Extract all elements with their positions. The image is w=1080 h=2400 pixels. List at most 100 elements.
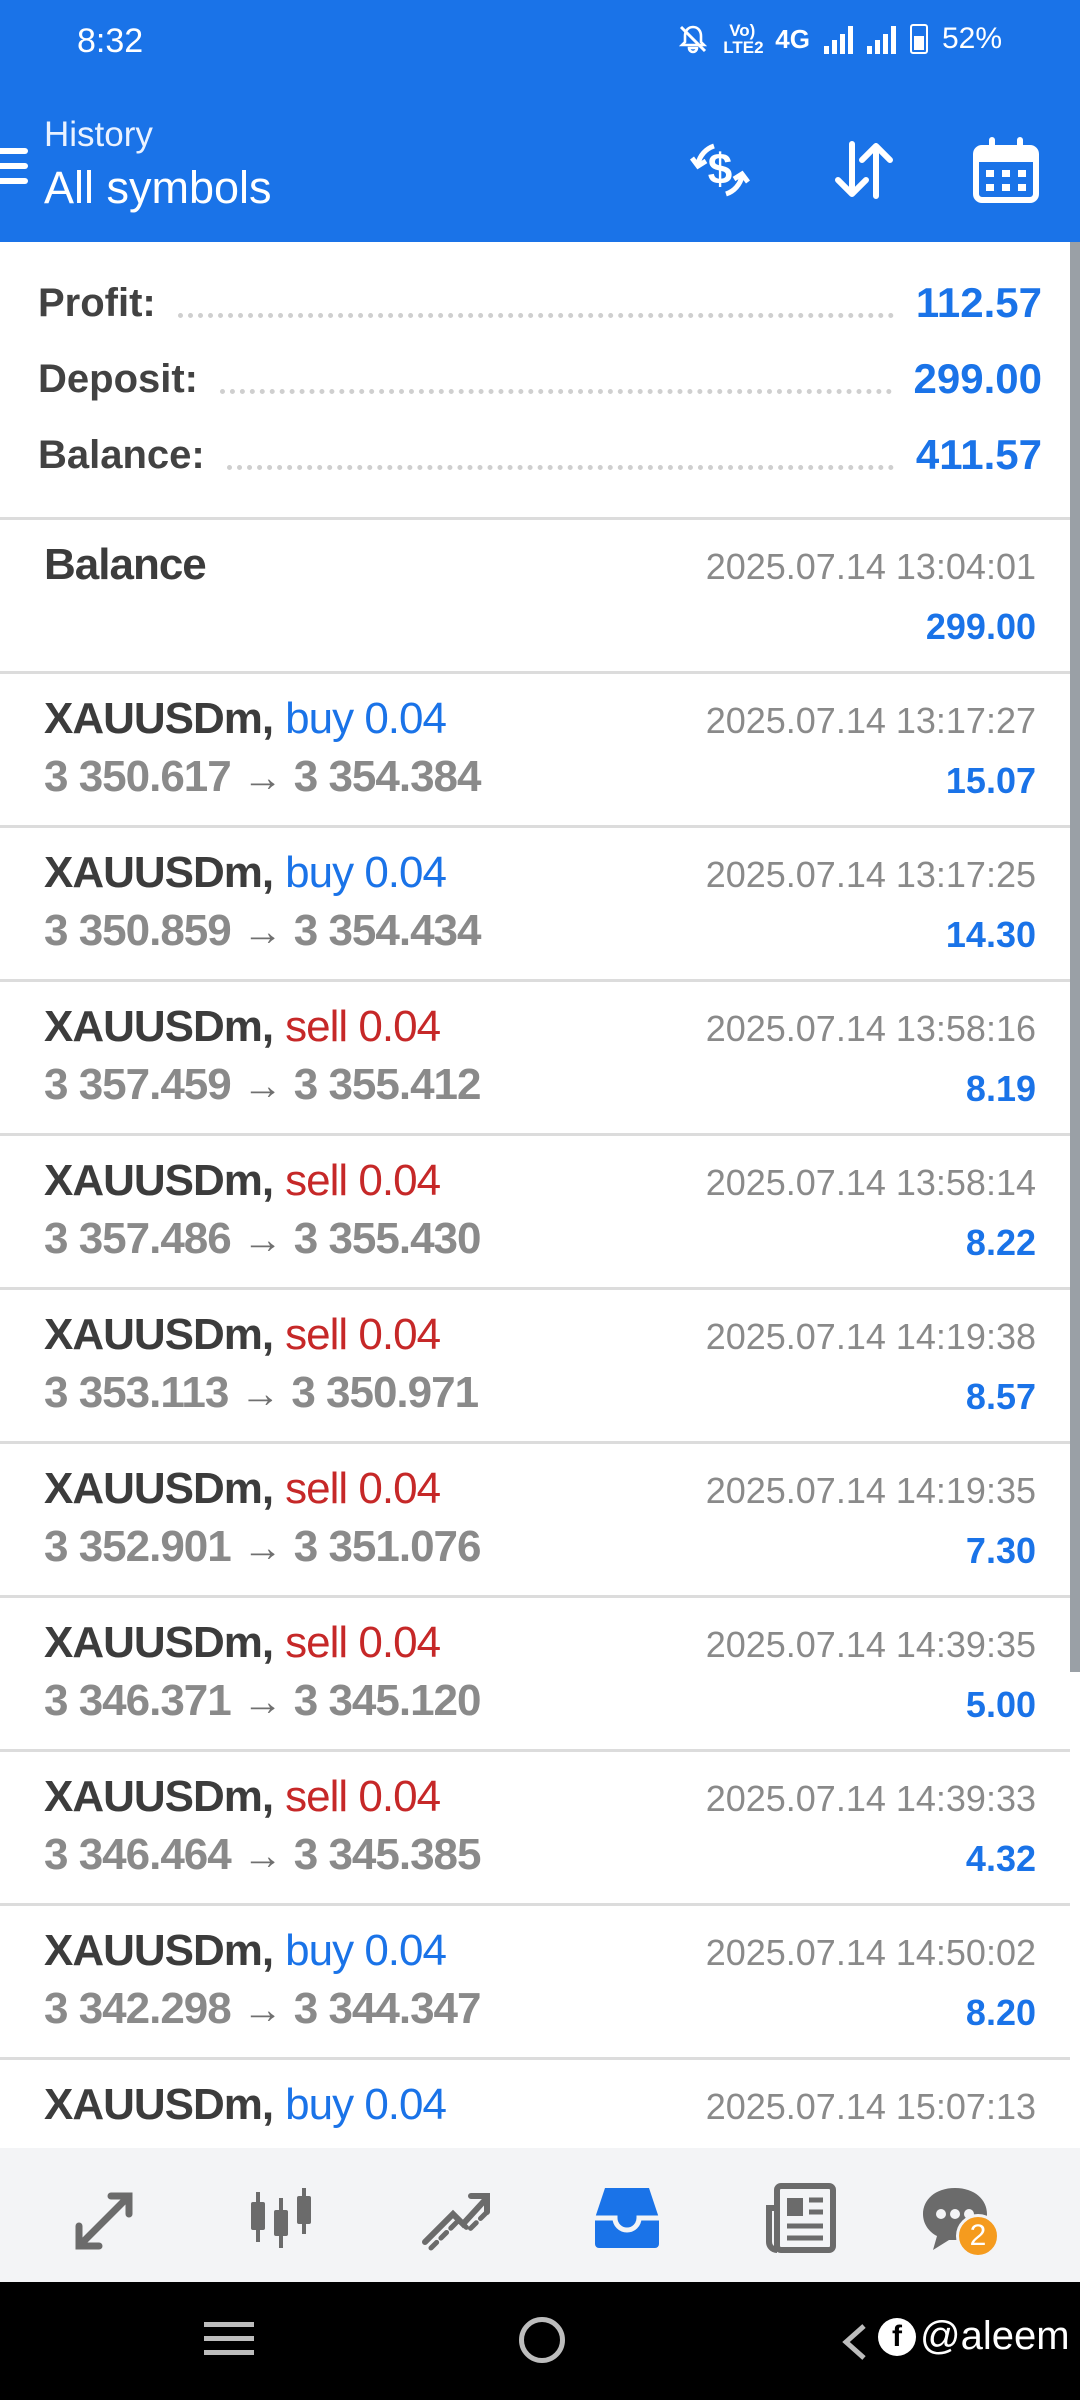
trade-side-volume: sell 0.04 xyxy=(285,1464,441,1513)
deposit-value: 299.00 xyxy=(913,355,1042,402)
balance-entry-amount: 299.00 xyxy=(925,606,1036,647)
watermark: f @aleem xyxy=(878,2314,1070,2359)
bottom-navigation: 2 xyxy=(0,2148,1080,2282)
trade-profit: 14.30 xyxy=(945,914,1036,955)
date-range-button[interactable] xyxy=(966,130,1046,210)
candlestick-icon xyxy=(251,2188,311,2248)
trade-side-volume: buy 0.04 xyxy=(285,2080,447,2129)
close-price: 3 351.076 xyxy=(293,1522,482,1571)
balance-entry-label: Balance xyxy=(44,540,207,589)
scrollbar[interactable] xyxy=(1070,242,1080,1672)
nav-quotes[interactable] xyxy=(62,2178,152,2258)
profit-label: Profit: xyxy=(38,280,156,325)
arrow-right-icon: → xyxy=(242,1218,283,1262)
trade-title: XAUUSDm, sell 0.04 xyxy=(44,1618,441,1668)
trade-row[interactable]: XAUUSDm, buy 0.04 3 342.298 → 3 344.347 2025.… xyxy=(0,1906,1070,2060)
balance-entry-row[interactable]: Balance 2025.07.14 13:04:01 299.00 xyxy=(0,520,1070,674)
trade-row[interactable]: XAUUSDm, buy 0.04 3 350.617 → 3 354.384 2025.… xyxy=(0,674,1070,828)
history-summary: Profit: 112.57 Deposit: 299.00 Balance: … xyxy=(0,242,1070,520)
arrow-right-icon: → xyxy=(242,1526,283,1570)
trade-side-volume: sell 0.04 xyxy=(285,1772,441,1821)
open-price: 3 350.859 xyxy=(44,906,232,955)
trade-row[interactable]: XAUUSDm, sell 0.04 3 357.486 → 3 355.430 2025… xyxy=(0,1136,1070,1290)
trade-prices: 3 350.859 → 3 354.434 xyxy=(44,906,481,956)
nav-news[interactable] xyxy=(756,2178,846,2258)
svg-text:$: $ xyxy=(708,145,732,194)
close-price: 3 344.347 xyxy=(293,1984,482,2033)
trade-title: XAUUSDm, buy 0.04 xyxy=(44,1926,447,1976)
trade-prices: 3 346.371 → 3 345.120 xyxy=(44,1676,481,1726)
recent-apps-button[interactable] xyxy=(204,2322,254,2364)
open-price: 3 346.464 xyxy=(44,1830,232,1879)
open-price: 3 357.486 xyxy=(44,1214,232,1263)
trade-row[interactable]: XAUUSDm, sell 0.04 3 357.459 → 3 355.412 2025… xyxy=(0,982,1070,1136)
trade-side-volume: sell 0.04 xyxy=(285,1310,441,1359)
nav-trade[interactable] xyxy=(410,2178,500,2258)
signal-icon-1 xyxy=(823,24,853,54)
page-subtitle: History xyxy=(44,115,153,154)
quotes-arrows-icon xyxy=(75,2192,133,2250)
back-chevron-icon[interactable] xyxy=(836,2322,876,2362)
balance-value: 411.57 xyxy=(915,431,1042,478)
close-price: 3 355.412 xyxy=(293,1060,482,1109)
trade-profit: 5.00 xyxy=(965,1684,1036,1725)
arrow-right-icon: → xyxy=(242,1834,283,1878)
dotted-leader xyxy=(220,388,892,394)
symbol-filter-title[interactable]: All symbols xyxy=(44,162,272,214)
volte-indicator: Vo) LTE2 xyxy=(723,21,764,57)
sort-button[interactable] xyxy=(824,130,904,210)
trade-lines-icon xyxy=(422,2193,490,2251)
menu-icon[interactable] xyxy=(0,148,28,188)
trade-symbol: XAUUSDm, xyxy=(44,1772,274,1821)
trade-profit: 8.20 xyxy=(965,1992,1036,2033)
deposit-label: Deposit: xyxy=(38,356,198,401)
close-price: 3 355.430 xyxy=(293,1214,482,1263)
signal-icon-2 xyxy=(866,24,896,54)
open-price: 3 346.371 xyxy=(44,1676,232,1725)
trade-symbol: XAUUSDm, xyxy=(44,1464,274,1513)
home-button[interactable] xyxy=(519,2317,565,2363)
trade-row[interactable]: XAUUSDm, sell 0.04 3 346.371 → 3 345.120 2025… xyxy=(0,1598,1070,1752)
deposit-filter-button[interactable]: $ xyxy=(680,130,760,210)
trade-symbol: XAUUSDm, xyxy=(44,1618,274,1667)
close-price: 3 350.971 xyxy=(291,1368,479,1417)
trade-prices: 3 350.617 → 3 354.384 xyxy=(44,752,481,802)
trade-title: XAUUSDm, sell 0.04 xyxy=(44,1310,441,1360)
trade-row[interactable]: XAUUSDm, buy 0.04 3 350.859 → 3 354.434 2025.… xyxy=(0,828,1070,982)
deposit-row: Deposit: 299.00 xyxy=(38,349,1042,409)
history-inbox-icon xyxy=(595,2188,659,2248)
open-price: 3 357.459 xyxy=(44,1060,232,1109)
trade-time: 2025.07.14 13:17:27 xyxy=(705,700,1036,741)
arrow-right-icon: → xyxy=(242,1064,283,1108)
dotted-leader xyxy=(226,464,894,470)
nav-chart[interactable] xyxy=(236,2178,326,2258)
arrow-right-icon: → xyxy=(242,910,283,954)
trade-row[interactable]: XAUUSDm, sell 0.04 3 352.901 → 3 351.076 2025… xyxy=(0,1444,1070,1598)
balance-entry-time: 2025.07.14 13:04:01 xyxy=(705,546,1036,587)
trade-profit: 8.57 xyxy=(965,1376,1036,1417)
trade-row[interactable]: XAUUSDm, sell 0.04 3 346.464 → 3 345.385 2025… xyxy=(0,1752,1070,1906)
trade-symbol: XAUUSDm, xyxy=(44,694,274,743)
trade-title: XAUUSDm, buy 0.04 xyxy=(44,694,447,744)
close-price: 3 345.120 xyxy=(293,1676,482,1725)
trade-symbol: XAUUSDm, xyxy=(44,1926,274,1975)
nav-history[interactable] xyxy=(582,2178,672,2258)
trade-time: 2025.07.14 14:39:35 xyxy=(705,1624,1036,1665)
balance-row: Balance: 411.57 xyxy=(38,425,1042,485)
trade-prices: 3 353.113 → 3 350.971 xyxy=(44,1368,479,1418)
toolbar: History All symbols $ xyxy=(0,100,1080,242)
trade-prices: 3 357.486 → 3 355.430 xyxy=(44,1214,481,1264)
system-navigation-bar: f @aleem xyxy=(0,2282,1080,2400)
trade-prices: 3 352.901 → 3 351.076 xyxy=(44,1522,481,1572)
profit-row: Profit: 112.57 xyxy=(38,273,1042,333)
open-price: 3 352.901 xyxy=(44,1522,232,1571)
status-bar: 8:32 Vo) LTE2 4G 52% xyxy=(0,0,1080,90)
trade-prices: 3 342.298 → 3 344.347 xyxy=(44,1984,481,2034)
trade-side-volume: sell 0.04 xyxy=(285,1002,441,1051)
open-price: 3 350.617 xyxy=(44,752,232,801)
profit-value: 112.57 xyxy=(915,279,1042,326)
close-price: 3 354.434 xyxy=(293,906,482,955)
nav-chat[interactable]: 2 xyxy=(910,2178,1000,2258)
battery-icon xyxy=(909,24,928,54)
trade-row[interactable]: XAUUSDm, sell 0.04 3 353.113 → 3 350.971 2025… xyxy=(0,1290,1070,1444)
